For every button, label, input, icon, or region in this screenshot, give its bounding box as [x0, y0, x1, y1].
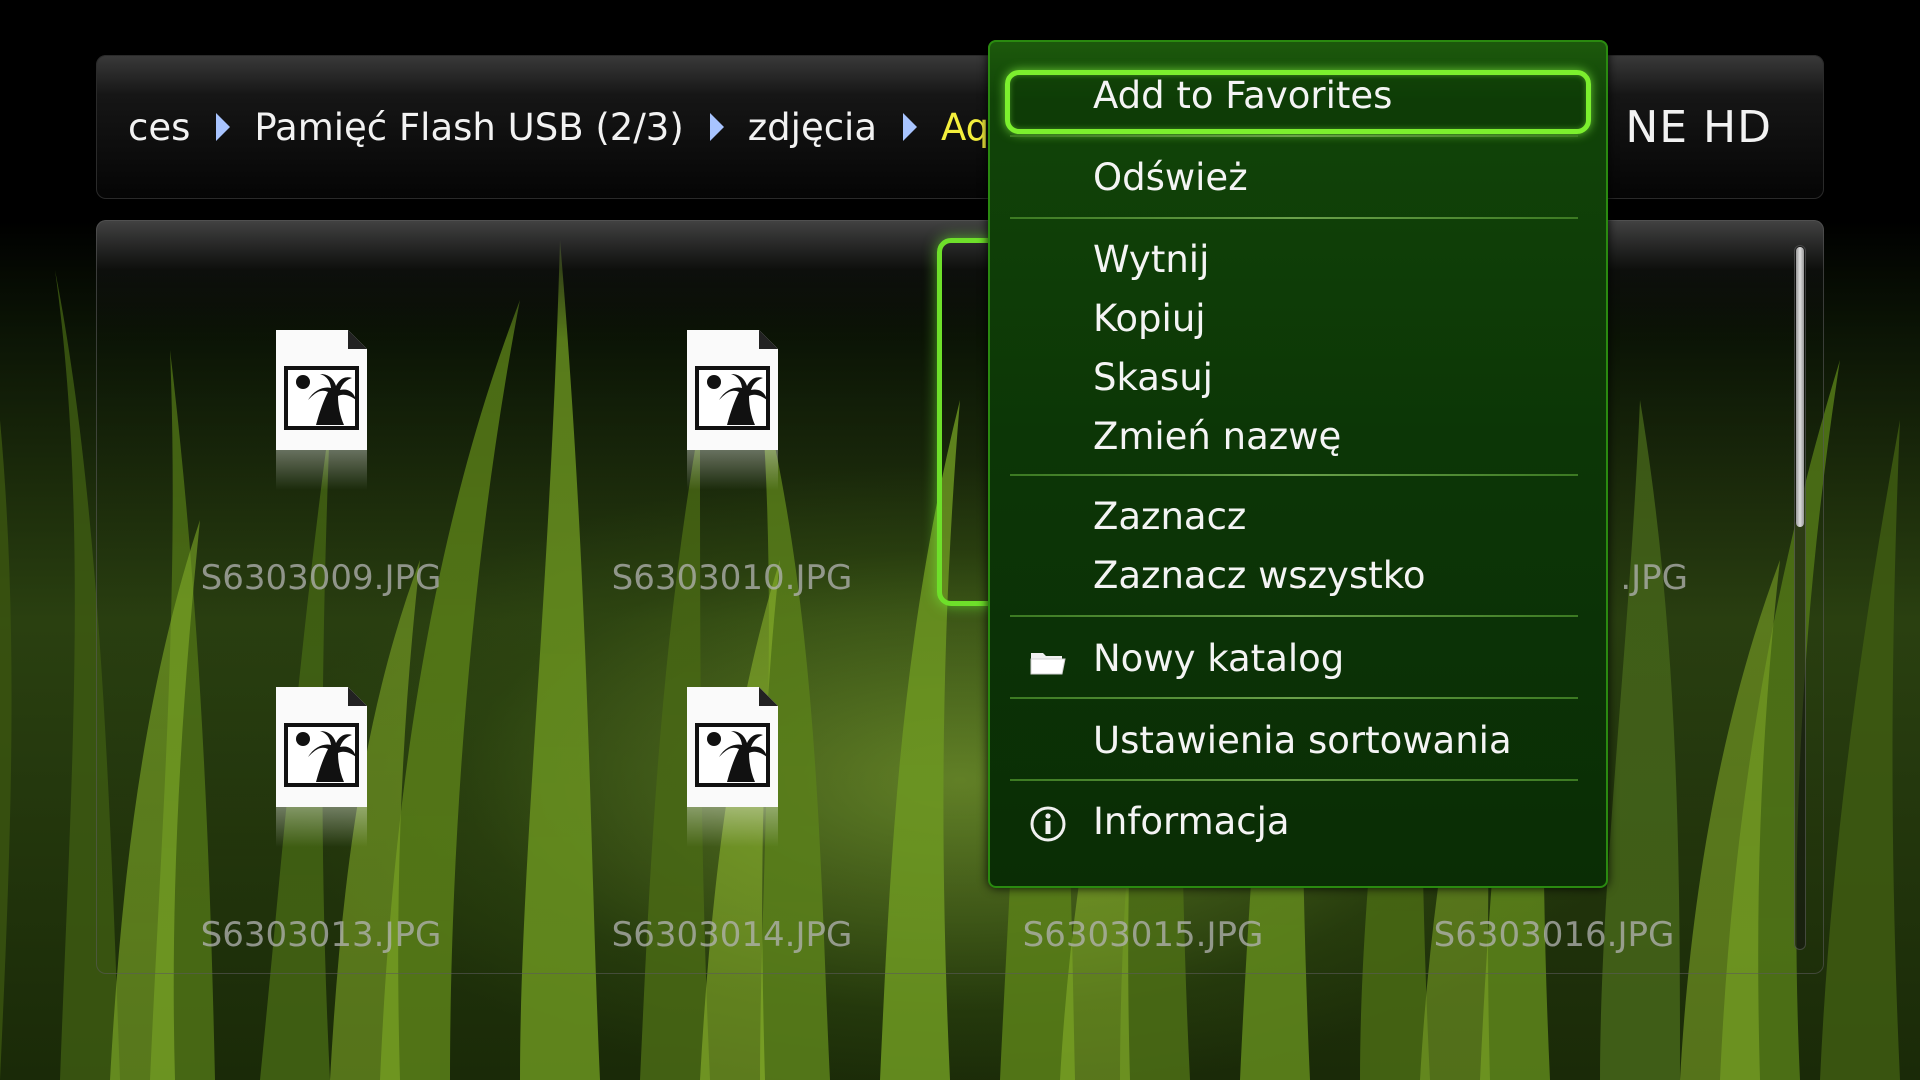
menu-item-cut[interactable]: Wytnij: [1093, 238, 1209, 282]
file-name: S6303009.JPG: [200, 558, 442, 598]
image-file-icon: [687, 330, 778, 450]
menu-divider: [1010, 779, 1578, 781]
breadcrumb-item[interactable]: Pamięć Flash USB (2/3): [252, 106, 685, 149]
menu-item-refresh[interactable]: Odśwież: [1093, 156, 1248, 200]
menu-item-delete[interactable]: Skasuj: [1093, 356, 1213, 400]
chevron-right-icon: [903, 113, 918, 141]
breadcrumb-item[interactable]: zdjęcia: [746, 106, 879, 149]
file-name: S6303016.JPG: [1433, 915, 1675, 955]
menu-item-select-all[interactable]: Zaznacz wszystko: [1093, 554, 1425, 598]
file-name: S6303015.JPG: [1022, 915, 1264, 955]
scrollbar[interactable]: [1794, 245, 1806, 950]
menu-item-sort-settings[interactable]: Ustawienia sortowania: [1093, 719, 1512, 763]
image-file-icon: [687, 687, 778, 807]
file-name: S6303014.JPG: [611, 915, 853, 955]
folder-icon: [1030, 653, 1066, 675]
context-menu: Add to Favorites Odśwież Wytnij Kopiuj S…: [988, 40, 1608, 888]
info-icon: [1030, 806, 1066, 842]
icon-reflection: [687, 450, 778, 490]
breadcrumb-item[interactable]: ces: [126, 106, 192, 149]
icon-reflection: [687, 807, 778, 847]
menu-item-select[interactable]: Zaznacz: [1093, 495, 1246, 539]
image-file-icon: [276, 687, 367, 807]
menu-divider: [1010, 615, 1578, 617]
file-name: S6303013.JPG: [200, 915, 442, 955]
menu-item-rename[interactable]: Zmień nazwę: [1093, 415, 1341, 459]
file-tile[interactable]: S6303014.JPG: [527, 647, 937, 987]
menu-divider: [1010, 217, 1578, 219]
menu-divider: [1010, 135, 1578, 137]
file-tile[interactable]: S6303013.JPG: [116, 647, 526, 987]
menu-item-new-folder[interactable]: Nowy katalog: [1093, 637, 1344, 681]
icon-reflection: [276, 807, 367, 847]
menu-item-copy[interactable]: Kopiuj: [1093, 297, 1206, 341]
breadcrumb: ces Pamięć Flash USB (2/3) zdjęcia Aqua: [126, 55, 1037, 199]
menu-divider: [1010, 697, 1578, 699]
file-name: S6303010.JPG: [611, 558, 853, 598]
menu-divider: [1010, 474, 1578, 476]
menu-item-add-to-favorites[interactable]: Add to Favorites: [1093, 74, 1392, 118]
scrollbar-thumb[interactable]: [1796, 247, 1804, 527]
brand-logo-text: NE HD: [1625, 101, 1772, 153]
chevron-right-icon: [709, 113, 724, 141]
menu-item-information[interactable]: Informacja: [1093, 800, 1290, 844]
image-file-icon: [276, 330, 367, 450]
chevron-right-icon: [216, 113, 231, 141]
icon-reflection: [276, 450, 367, 490]
file-tile[interactable]: S6303010.JPG: [527, 290, 937, 630]
file-tile[interactable]: S6303009.JPG: [116, 290, 526, 630]
